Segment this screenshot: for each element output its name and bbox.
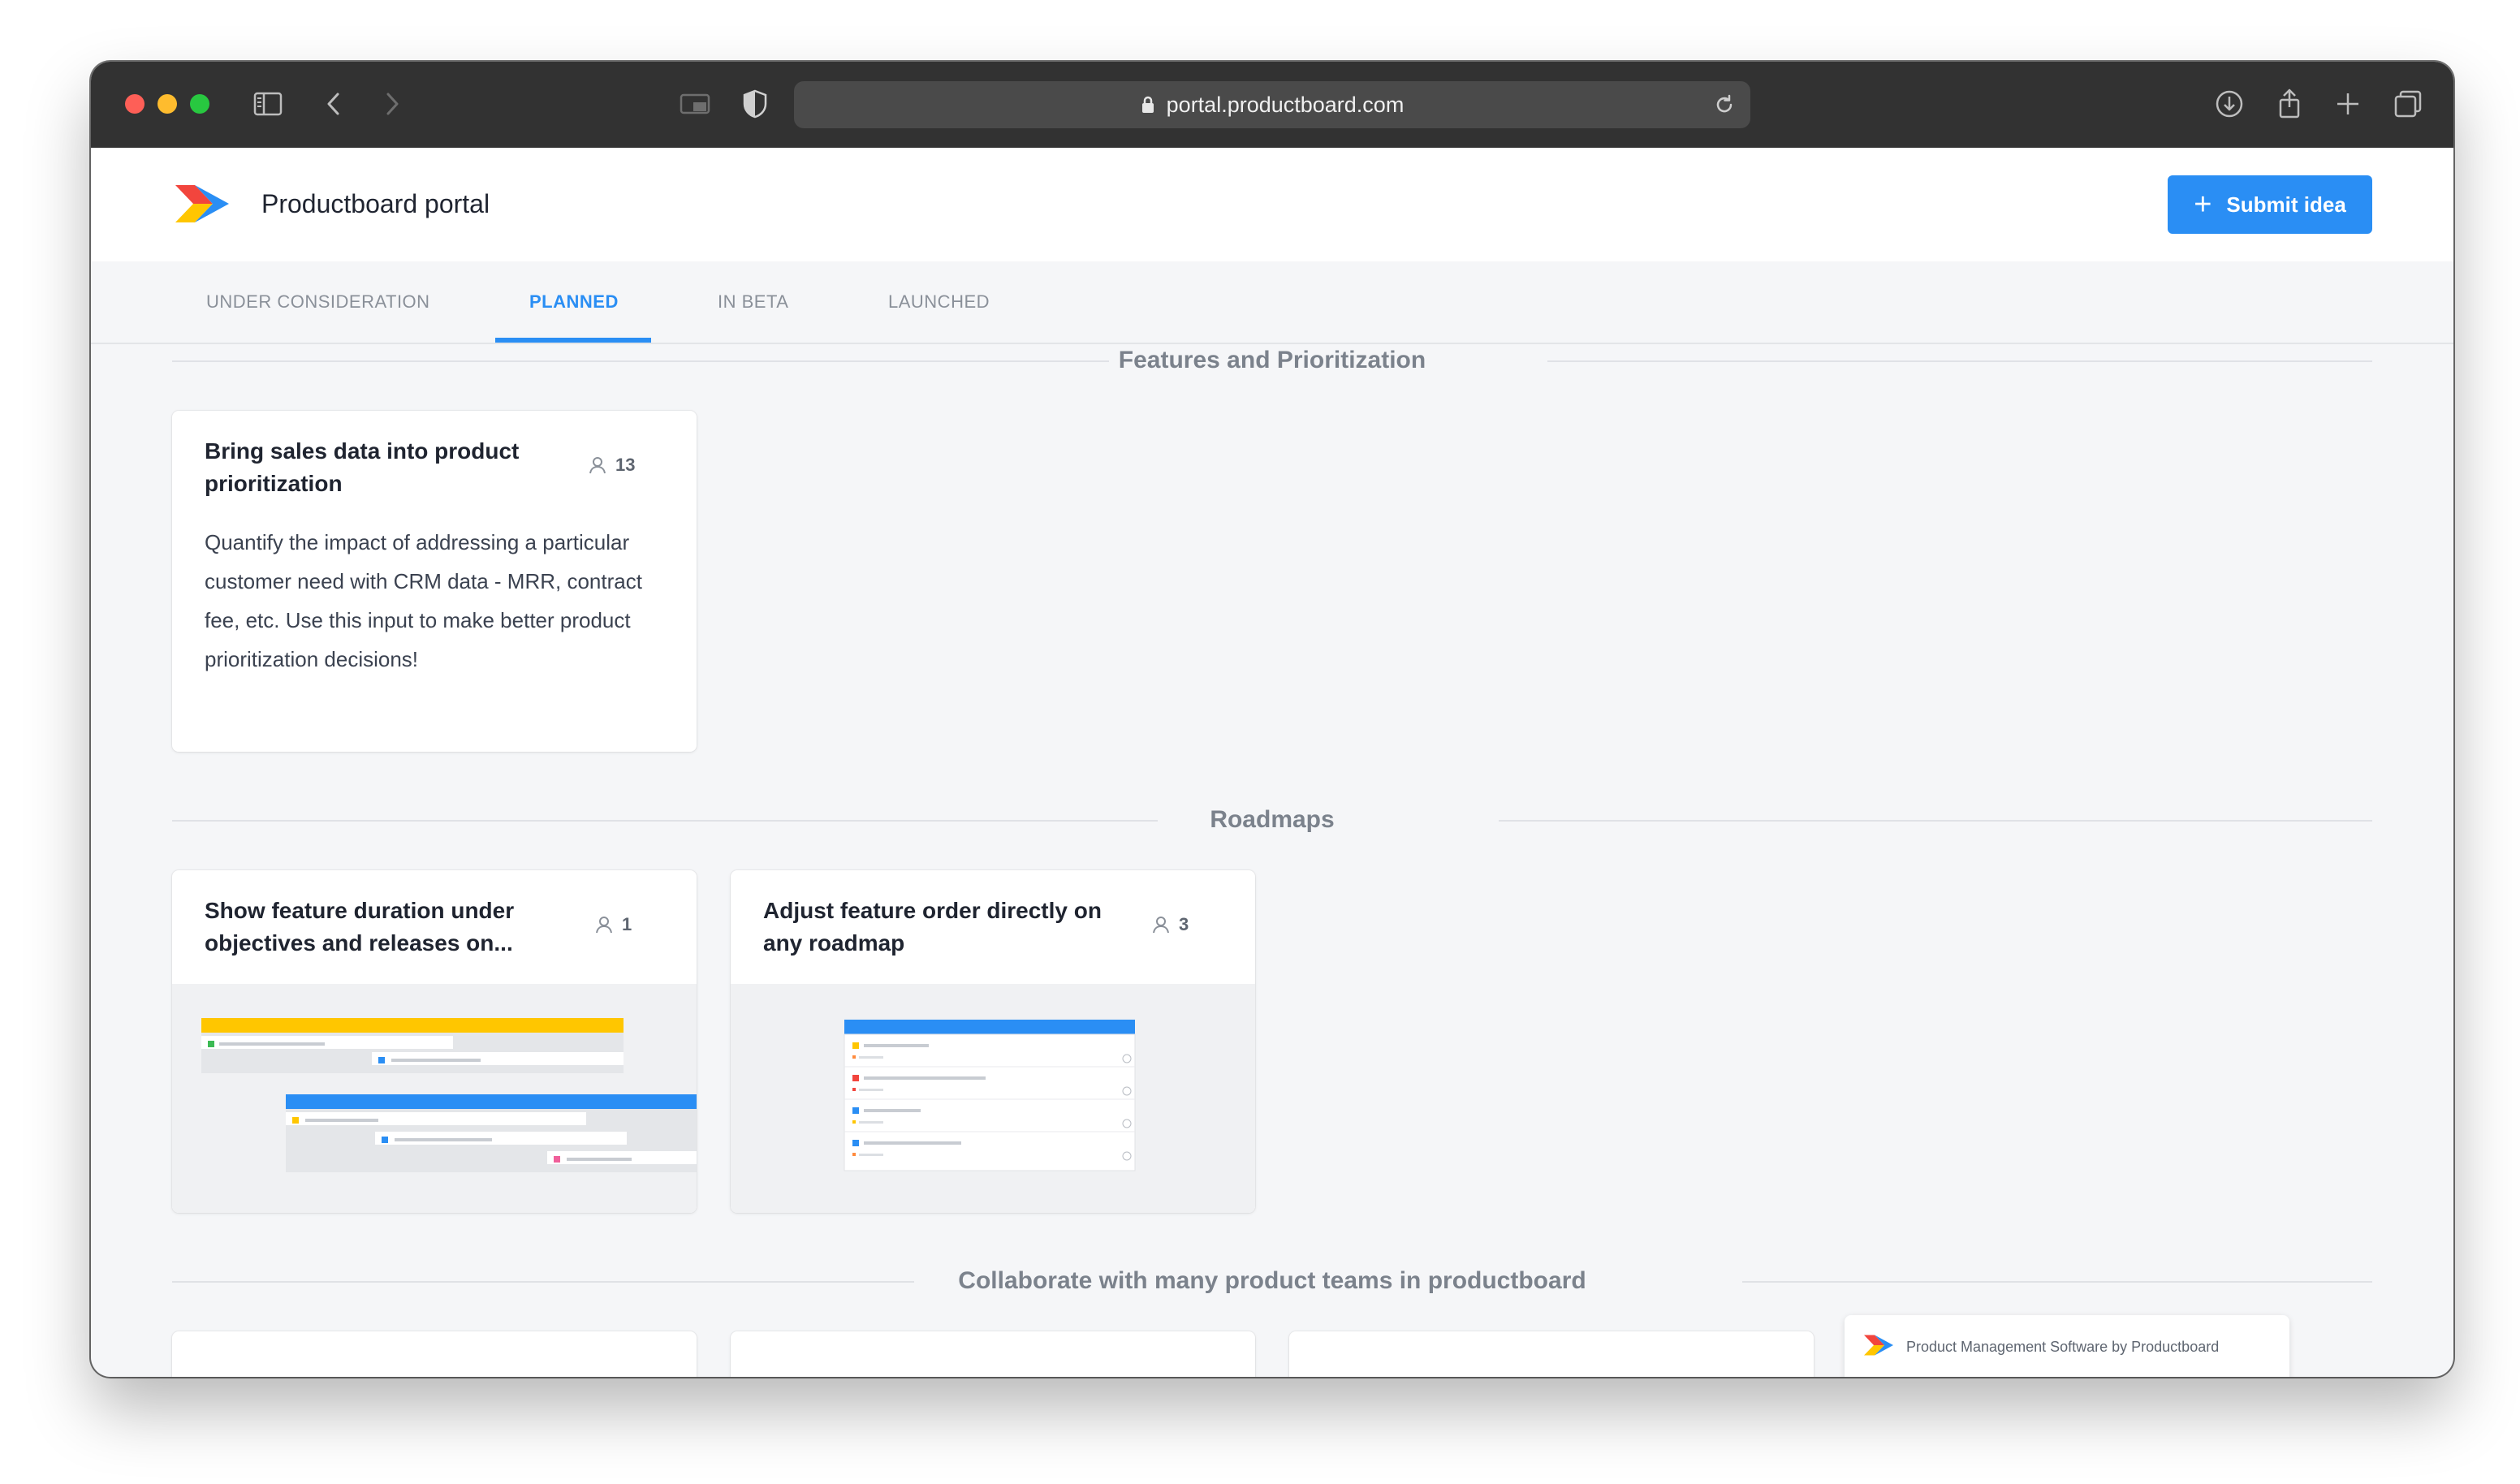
reload-icon[interactable] [1711,92,1737,118]
vote-count[interactable]: 13 [588,455,635,476]
portal-title: Productboard portal [261,189,490,218]
tab-in-beta[interactable]: IN BETA [718,261,788,343]
list-roadmap-preview-image[interactable] [731,984,1255,1213]
new-tab-plus-icon[interactable] [2330,86,2366,122]
browser-toolbar: portal.productboard.com [91,62,2453,149]
address-bar[interactable]: portal.productboard.com [794,81,1750,128]
share-icon[interactable] [2272,86,2307,122]
card-title[interactable]: Bring sales data into product prioritiza… [205,435,562,500]
picture-in-picture-icon[interactable] [677,86,713,122]
submit-idea-label: Submit idea [2226,192,2346,217]
section-header: Roadmaps [172,804,2372,836]
active-tab-indicator [495,338,651,343]
plus-icon: + [2194,188,2212,222]
lock-icon [1141,96,1154,113]
status-tabs: UNDER CONSIDERATION PLANNED IN BETA LAUN… [91,261,2453,344]
submit-idea-button[interactable]: + Submit idea [2168,175,2372,234]
tab-launched[interactable]: LAUNCHED [888,261,990,343]
tab-under-consideration[interactable]: UNDER CONSIDERATION [206,261,430,343]
feature-card[interactable] [731,1331,1255,1377]
back-arrow-icon[interactable] [317,86,352,122]
section-header: Features and Prioritization [172,344,2372,377]
user-icon [1153,917,1169,934]
main-content: Features and Prioritization Bring sales … [91,344,2453,1377]
feature-card[interactable]: Adjust feature order directly on any roa… [731,870,1255,1213]
tab-planned[interactable]: PLANNED [529,261,619,343]
section-title: Collaborate with many product teams in p… [958,1267,1586,1294]
feature-card[interactable] [172,1331,697,1377]
minimize-window-button[interactable] [158,94,177,114]
close-window-button[interactable] [125,94,145,114]
badge-label: Product Management Software by Productbo… [1906,1339,2220,1355]
vote-count[interactable]: 3 [1151,914,1189,935]
downloads-icon[interactable] [2211,86,2247,122]
forward-arrow-icon[interactable] [373,86,409,122]
user-icon [596,917,612,934]
productboard-logo-icon[interactable] [175,185,229,222]
feature-card[interactable]: Bring sales data into product prioritiza… [172,411,697,752]
vote-count[interactable]: 1 [594,914,632,935]
zoom-window-button[interactable] [190,94,209,114]
section-title: Features and Prioritization [1118,347,1426,373]
url-text: portal.productboard.com [1166,92,1405,117]
productboard-badge[interactable]: Product Management Software by Productbo… [1845,1315,2289,1377]
card-title[interactable]: Show feature duration under objectives a… [205,895,562,960]
tab-overview-icon[interactable] [2390,86,2426,122]
productboard-logo-icon [1864,1335,1893,1356]
feature-card[interactable] [1289,1331,1814,1377]
card-description: Quantify the impact of addressing a part… [205,530,642,671]
browser-window: portal.productboard.com Productboard por… [91,62,2453,1377]
card-title[interactable]: Adjust feature order directly on any roa… [763,895,1120,960]
user-icon [589,457,606,474]
feature-card[interactable]: Show feature duration under objectives a… [172,870,697,1213]
portal-header: Productboard portal + Submit idea [91,148,2453,261]
sidebar-toggle-icon[interactable] [250,86,286,122]
section-header: Collaborate with many product teams in p… [172,1265,2372,1297]
timeline-roadmap-preview-image[interactable] [172,984,697,1213]
section-title: Roadmaps [1210,806,1335,833]
privacy-shield-icon[interactable] [737,86,773,122]
